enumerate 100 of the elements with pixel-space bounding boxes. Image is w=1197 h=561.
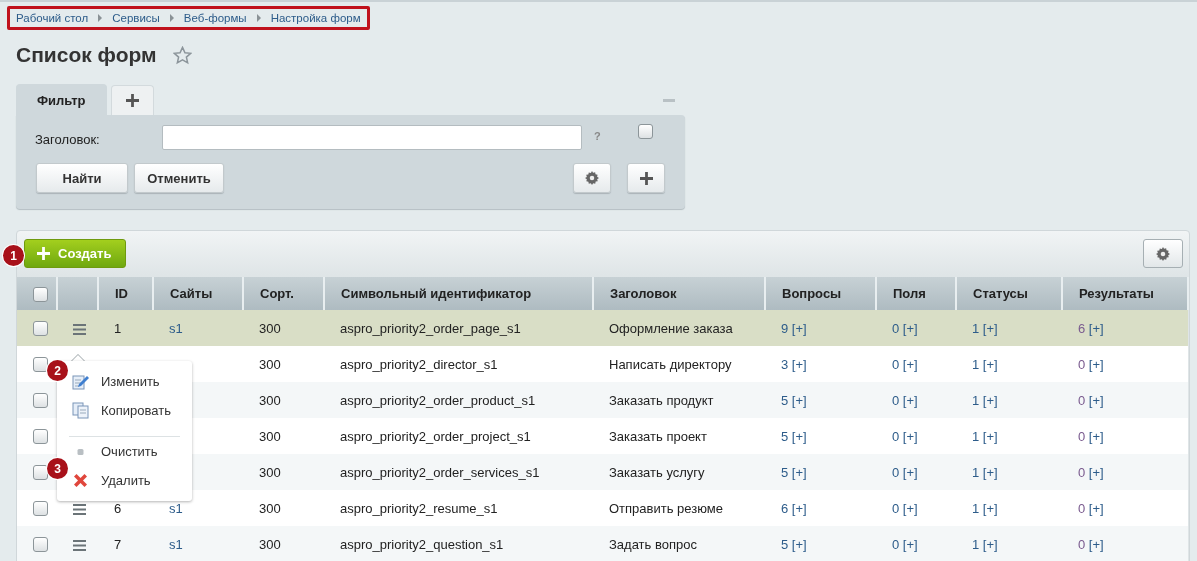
row-checkbox[interactable] (33, 357, 48, 373)
add-link[interactable]: [+] (1088, 464, 1104, 480)
add-link[interactable]: [+] (1088, 392, 1104, 408)
count-link[interactable]: 0 (1078, 356, 1086, 372)
count-link[interactable]: 0 (892, 428, 900, 444)
breadcrumb-link[interactable]: Сервисы (112, 12, 160, 24)
column-header[interactable]: Символьный идентификатор (324, 277, 593, 310)
breadcrumb-link[interactable]: Рабочий стол (16, 12, 89, 24)
add-link[interactable]: [+] (1088, 356, 1104, 372)
add-link[interactable]: [+] (791, 320, 807, 336)
add-tab[interactable] (110, 85, 154, 115)
count-link[interactable]: 5 (781, 428, 789, 444)
count-link[interactable]: 1 (972, 320, 980, 336)
table-cell: Задать вопрос (609, 536, 697, 552)
add-link[interactable]: [+] (982, 536, 998, 552)
add-link[interactable]: [+] (902, 464, 918, 480)
row-checkbox[interactable] (33, 537, 48, 553)
breadcrumb-link[interactable]: Настройка форм (270, 12, 361, 24)
site-link[interactable]: s1 (169, 320, 183, 336)
add-button[interactable] (627, 163, 665, 193)
count-link[interactable]: 0 (892, 356, 900, 372)
column-header[interactable]: Результаты (1062, 277, 1188, 310)
site-link[interactable]: s1 (169, 536, 183, 552)
row-checkbox[interactable] (33, 465, 48, 481)
add-link[interactable]: [+] (791, 500, 807, 516)
find-button[interactable]: Найти (36, 163, 128, 193)
table-row[interactable]: 1 s1 300 aspro_priority2_order_page_s1 Оформление заказа 9 [+] 0 [+] 1 [+] 6 [+] (17, 310, 1188, 346)
count-link[interactable]: 1 (972, 356, 980, 372)
settings-button[interactable] (573, 163, 611, 193)
count-link[interactable]: 3 (781, 356, 789, 372)
count-link[interactable]: 0 (892, 464, 900, 480)
count-link[interactable]: 1 (972, 536, 980, 552)
add-link[interactable]: [+] (1088, 320, 1104, 336)
select-all-checkbox[interactable] (33, 286, 48, 302)
add-link[interactable]: [+] (902, 428, 918, 444)
count-link[interactable]: 1 (972, 500, 980, 516)
table-row[interactable]: 6 s1 300 aspro_priority2_resume_s1 Отправить резюме 6 [+] 0 [+] 1 [+] 0 [+] (17, 490, 1188, 526)
count-link[interactable]: 0 (1078, 500, 1086, 516)
column-header[interactable]: ID (98, 277, 153, 310)
column-header[interactable]: Поля (876, 277, 956, 310)
menu-item[interactable]: Удалить (72, 472, 151, 489)
menu-item[interactable]: Копировать (72, 402, 171, 419)
count-link[interactable]: 1 (972, 464, 980, 480)
table-row[interactable]: 7 s1 300 aspro_priority2_question_s1 Задать вопрос 5 [+] 0 [+] 1 [+] 0 [+] (17, 526, 1188, 561)
count-link[interactable]: 0 (1078, 392, 1086, 408)
cancel-button[interactable]: Отменить (134, 163, 224, 193)
add-link[interactable]: [+] (902, 356, 918, 372)
count-link[interactable]: 5 (781, 392, 789, 408)
column-header[interactable]: Статусы (956, 277, 1062, 310)
add-link[interactable]: [+] (982, 464, 998, 480)
count-link[interactable]: 5 (781, 536, 789, 552)
count-link[interactable]: 5 (781, 464, 789, 480)
site-link[interactable]: s1 (169, 500, 183, 516)
add-link[interactable]: [+] (791, 464, 807, 480)
field-label: Заголовок: (35, 132, 100, 147)
count-link[interactable]: 0 (892, 320, 900, 336)
count-link[interactable]: 0 (1078, 536, 1086, 552)
add-link[interactable]: [+] (902, 320, 918, 336)
settings-button[interactable] (1143, 239, 1183, 268)
menu-icon[interactable] (73, 323, 86, 335)
breadcrumb-link[interactable]: Веб-формы (183, 12, 247, 24)
count-link[interactable]: 0 (1078, 428, 1086, 444)
add-link[interactable]: [+] (1088, 500, 1104, 516)
count-link[interactable]: 0 (1078, 464, 1086, 480)
add-link[interactable]: [+] (982, 356, 998, 372)
add-link[interactable]: [+] (982, 500, 998, 516)
column-header[interactable]: Вопросы (765, 277, 876, 310)
row-checkbox[interactable] (33, 393, 48, 409)
count-link[interactable]: 9 (781, 320, 789, 336)
menu-icon[interactable] (73, 503, 86, 515)
menu-icon[interactable] (73, 539, 86, 551)
checkbox[interactable] (638, 124, 653, 139)
row-checkbox[interactable] (33, 321, 48, 337)
star-icon[interactable] (172, 45, 192, 65)
column-header[interactable]: Заголовок (593, 277, 765, 310)
add-link[interactable]: [+] (1088, 428, 1104, 444)
count-link[interactable]: 0 (892, 536, 900, 552)
count-link[interactable]: 1 (972, 392, 980, 408)
add-link[interactable]: [+] (982, 428, 998, 444)
row-checkbox[interactable] (33, 429, 48, 445)
count-link[interactable]: 0 (892, 392, 900, 408)
add-link[interactable]: [+] (902, 500, 918, 516)
title-input-field[interactable] (162, 125, 582, 150)
count-link[interactable]: 1 (972, 428, 980, 444)
count-link[interactable]: 6 (1078, 320, 1086, 336)
count-link[interactable]: 0 (892, 500, 900, 516)
add-link[interactable]: [+] (791, 536, 807, 552)
add-link[interactable]: [+] (982, 320, 998, 336)
add-link[interactable]: [+] (791, 428, 807, 444)
add-link[interactable]: [+] (902, 536, 918, 552)
column-header[interactable]: Сорт. (243, 277, 324, 310)
filter-tab[interactable]: Фильтр (16, 84, 107, 115)
row-checkbox[interactable] (33, 501, 48, 517)
add-link[interactable]: [+] (791, 356, 807, 372)
add-link[interactable]: [+] (791, 392, 807, 408)
add-link[interactable]: [+] (902, 392, 918, 408)
add-link[interactable]: [+] (1088, 536, 1104, 552)
count-link[interactable]: 6 (781, 500, 789, 516)
column-header[interactable]: Сайты (153, 277, 243, 310)
add-link[interactable]: [+] (982, 392, 998, 408)
